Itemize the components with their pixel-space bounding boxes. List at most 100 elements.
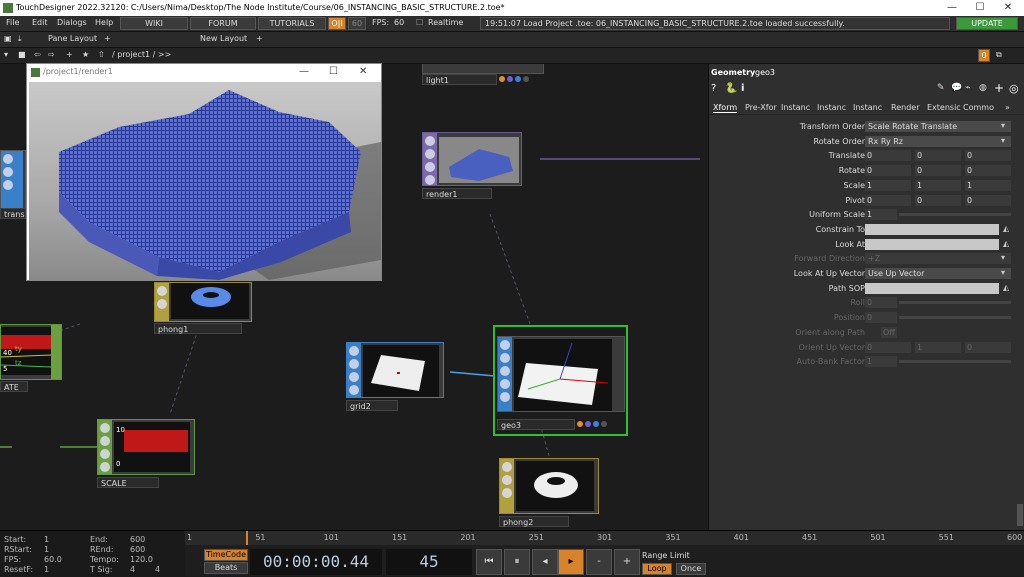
download-icon[interactable]: ⤓ xyxy=(18,34,22,44)
fps-target[interactable]: 60 xyxy=(348,17,366,30)
param-tab-0[interactable]: Xform xyxy=(713,103,738,113)
trans-node[interactable] xyxy=(0,150,26,210)
grid2-node[interactable] xyxy=(346,342,444,398)
tempo-value[interactable]: 120.0 xyxy=(130,555,153,564)
dropdown-arrow-icon[interactable]: ▾ xyxy=(1001,268,1005,277)
loop-button[interactable]: Loop xyxy=(642,563,672,575)
start-value[interactable]: 1 xyxy=(44,535,49,544)
dropdown-arrow-icon[interactable]: ▾ xyxy=(1001,253,1005,262)
end-value[interactable]: 600 xyxy=(130,535,145,544)
trans-sidebar[interactable] xyxy=(1,151,23,209)
network-path[interactable]: / project1 / >> xyxy=(112,50,171,59)
param-value-z[interactable]: 1 xyxy=(965,179,1011,191)
op-name[interactable]: geo3 xyxy=(755,68,775,77)
scale-sidebar[interactable] xyxy=(98,420,112,474)
dropdown-arrow-icon[interactable]: ▾ xyxy=(1001,121,1005,130)
param-value-z[interactable]: 0 xyxy=(965,341,1011,353)
param-slider-track[interactable] xyxy=(899,301,1011,305)
phong1-sidebar[interactable] xyxy=(155,283,169,321)
help-icon[interactable]: ? xyxy=(711,83,716,94)
param-value-x[interactable]: 0 xyxy=(865,194,911,206)
stop-icon[interactable]: ■ xyxy=(18,50,26,59)
target-icon[interactable]: ◎ xyxy=(1009,82,1019,95)
timeline-ruler[interactable]: 1 51 101 151 201 251 301 351 401 451 501 551 600 xyxy=(185,531,1024,545)
viewer-close-button[interactable]: ✕ xyxy=(359,66,367,77)
param-value-x[interactable]: 0 xyxy=(865,165,911,177)
timecode-toggle[interactable]: TimeCode xyxy=(204,549,248,561)
render1-node[interactable] xyxy=(422,132,522,186)
step-back-button[interactable]: ◂ xyxy=(532,549,558,575)
forward-icon[interactable]: ⇨ xyxy=(48,50,55,59)
param-value-x[interactable]: 1 xyxy=(865,179,911,191)
param-tab-4[interactable]: Instanc xyxy=(853,103,882,112)
once-button[interactable]: Once xyxy=(676,563,706,575)
menu-edit[interactable]: Edit xyxy=(32,18,48,27)
param-toggle[interactable]: Off xyxy=(881,326,897,338)
dropdown-arrow-icon[interactable]: ▾ xyxy=(1001,136,1005,145)
forum-button[interactable]: FORUM xyxy=(190,17,256,30)
ate-node[interactable]: 40 ty tz 5 xyxy=(0,324,62,380)
edit-icon[interactable]: ✎ xyxy=(937,83,945,93)
param-slider-value[interactable]: 1 xyxy=(865,356,897,368)
add-param-icon[interactable]: + xyxy=(994,81,1004,95)
tsig-a[interactable]: 4 xyxy=(130,565,135,574)
param-value-y[interactable]: 1 xyxy=(915,341,961,353)
light1-flags[interactable] xyxy=(498,74,530,83)
light1-node[interactable] xyxy=(422,64,544,74)
tsig-b[interactable]: 4 xyxy=(155,565,160,574)
menu-arrow-icon[interactable]: ▾ xyxy=(4,50,8,59)
param-value-y[interactable]: 0 xyxy=(915,150,961,162)
render1-sidebar[interactable] xyxy=(423,133,437,185)
close-button[interactable]: ✕ xyxy=(996,2,1020,13)
param-slider-track[interactable] xyxy=(899,213,1011,217)
beats-toggle[interactable]: Beats xyxy=(204,562,248,574)
update-button[interactable]: UPDATE xyxy=(956,17,1018,30)
phong1-node[interactable] xyxy=(154,282,252,322)
extension-icon[interactable]: ⌁ xyxy=(965,83,970,93)
param-value-z[interactable]: 0 xyxy=(965,150,1011,162)
rewind-button[interactable]: ⏮ xyxy=(476,549,502,575)
pane-expand-icon[interactable]: ⧉ xyxy=(996,50,1002,60)
maximize-button[interactable]: ☐ xyxy=(968,2,992,13)
param-dropdown[interactable]: Scale Rotate Translate xyxy=(865,121,1011,132)
field-picker-icon[interactable]: ◭ xyxy=(1003,283,1009,292)
viewer-minimize-button[interactable]: — xyxy=(299,66,309,77)
param-slider-value[interactable]: 1 xyxy=(865,209,897,221)
phong2-node[interactable] xyxy=(499,458,599,514)
pane-index[interactable]: 0 xyxy=(978,49,990,62)
param-value-x[interactable]: 0 xyxy=(865,150,911,162)
render-viewer-window[interactable]: /project1/render1 — ☐ ✕ xyxy=(26,63,382,281)
ate-sidebar[interactable] xyxy=(51,325,61,379)
param-value-y[interactable]: 0 xyxy=(915,165,961,177)
render-viewport[interactable] xyxy=(29,82,381,280)
param-path-field[interactable] xyxy=(865,223,999,235)
param-path-field[interactable] xyxy=(865,282,999,294)
param-tab-1[interactable]: Pre-Xfor xyxy=(745,103,777,112)
rstart-value[interactable]: 1 xyxy=(44,545,49,554)
param-value-y[interactable]: 1 xyxy=(915,179,961,191)
timecode-display[interactable]: 00:00:00.44 xyxy=(250,549,382,575)
play-button[interactable]: ▸ xyxy=(558,549,584,575)
grid2-sidebar[interactable] xyxy=(347,343,361,397)
more-tabs-icon[interactable]: » xyxy=(1005,103,1010,112)
frame-display[interactable]: 45 xyxy=(386,549,472,575)
bookmark-star-icon[interactable]: ★ xyxy=(82,50,89,59)
param-tab-2[interactable]: Instanc xyxy=(781,103,810,112)
param-slider-value[interactable]: 0 xyxy=(865,312,897,324)
phong2-sidebar[interactable] xyxy=(500,459,514,513)
param-dropdown[interactable]: +Z xyxy=(865,253,1011,265)
param-dropdown[interactable]: Rx Ry Rz xyxy=(865,135,1011,147)
param-tab-3[interactable]: Instanc xyxy=(817,103,846,112)
back-icon[interactable]: ⇦ xyxy=(34,50,41,59)
add-icon[interactable]: + xyxy=(66,50,73,59)
viewer-maximize-button[interactable]: ☐ xyxy=(329,66,338,77)
info-icon[interactable]: i xyxy=(741,83,744,94)
param-tab-6[interactable]: Extensic xyxy=(927,103,961,112)
field-picker-icon[interactable]: ◭ xyxy=(1003,224,1009,233)
wiki-button[interactable]: WIKI xyxy=(120,17,188,30)
tl-fps-value[interactable]: 60.0 xyxy=(44,555,62,564)
pane-split-icon[interactable]: ▣ xyxy=(4,34,12,43)
step-plus-button[interactable]: + xyxy=(614,549,640,575)
param-slider-track[interactable] xyxy=(899,316,1011,320)
menu-dialogs[interactable]: Dialogs xyxy=(57,18,87,27)
